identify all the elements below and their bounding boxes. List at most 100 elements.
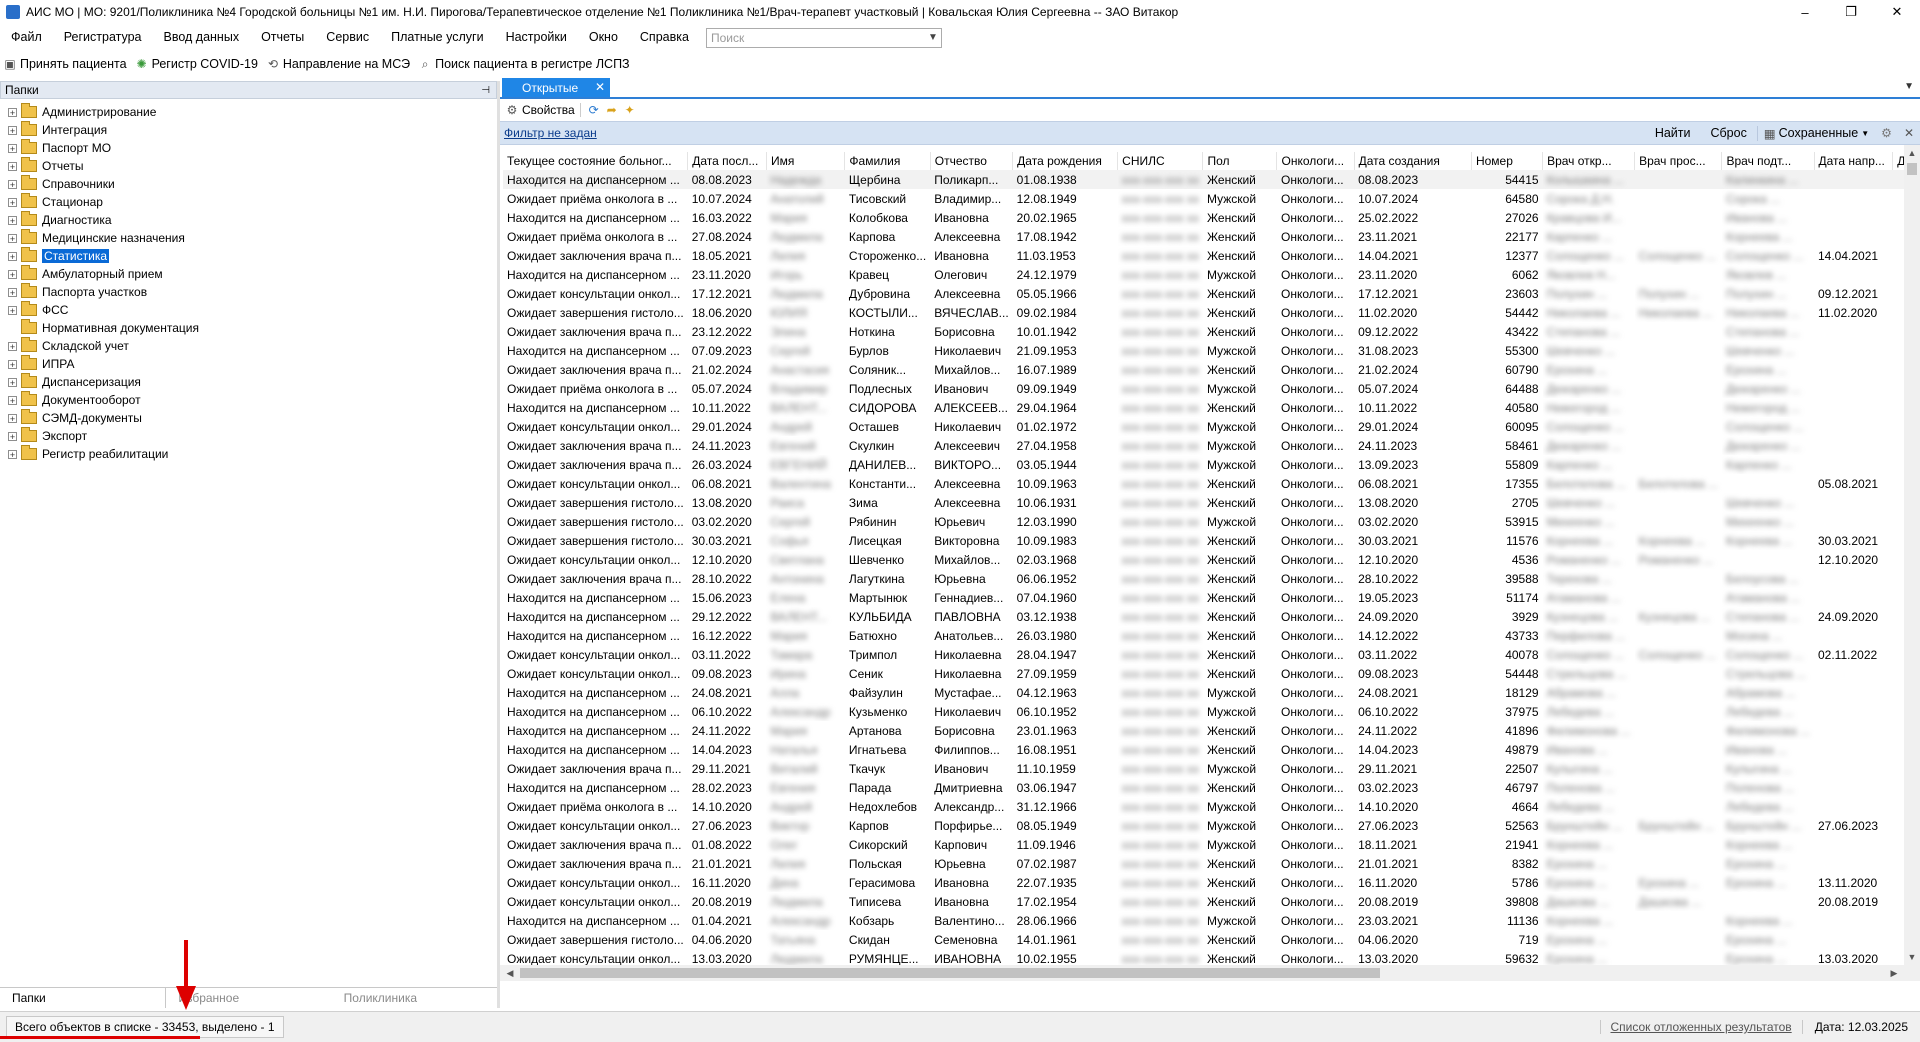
hscroll-thumb[interactable] [520, 968, 1380, 978]
table-row[interactable]: Находится на диспансерном ... 14.04.2023 Н… [503, 740, 1920, 759]
tree-item[interactable]: + СЭМД-документы [0, 409, 497, 427]
table-row[interactable]: Ожидает завершения гистоло... 13.08.2020 Р… [503, 493, 1920, 512]
table-row[interactable]: Ожидает завершения гистоло... 04.06.2020 Т… [503, 930, 1920, 949]
table-row[interactable]: Ожидает заключения врача п... 29.11.2021 В… [503, 759, 1920, 778]
close-filter-icon[interactable]: ✕ [1898, 126, 1920, 140]
table-row[interactable]: Ожидает заключения врача п... 23.12.2022 Э… [503, 322, 1920, 341]
table-row[interactable]: Ожидает консультации онкол... 27.06.2023 В… [503, 816, 1920, 835]
lspz-search-button[interactable]: ⌕ Поиск пациента в регистре ЛСПЗ [415, 57, 635, 72]
column-header[interactable]: Текущее состояние больног... [503, 152, 689, 170]
search-input[interactable]: Поиск [707, 31, 925, 45]
menu-registry[interactable]: Регистратура [53, 24, 153, 51]
deferred-results-link[interactable]: Список отложенных результатов [1599, 1020, 1802, 1034]
scroll-left-icon[interactable]: ◀ [502, 965, 518, 981]
column-header[interactable]: Врач подт... [1721, 152, 1815, 170]
table-row[interactable]: Ожидает консультации онкол... 16.11.2020 Д… [503, 873, 1920, 892]
properties-button[interactable]: Свойства [522, 103, 575, 117]
search-combobox[interactable]: Поиск ▼ [705, 27, 942, 48]
table-row[interactable]: Ожидает заключения врача п... 21.02.2024 А… [503, 360, 1920, 379]
expand-icon[interactable]: + [8, 215, 17, 225]
tree-item[interactable]: + Паспорта участков [0, 283, 497, 301]
saved-filters-dropdown[interactable]: ▦ Сохраненные ▼ [1756, 125, 1875, 141]
menu-paid-services[interactable]: Платные услуги [380, 24, 494, 51]
column-header[interactable]: Онкологи... [1276, 152, 1355, 170]
column-header[interactable]: СНИЛС [1117, 152, 1204, 170]
tree-item[interactable]: + ИПРА [0, 355, 497, 373]
tree-item[interactable]: + Диспансеризация [0, 373, 497, 391]
expand-icon[interactable]: + [8, 431, 17, 441]
table-row[interactable]: Находится на диспансерном ... 06.10.2022 А… [503, 702, 1920, 721]
column-header[interactable]: Фамилия [844, 152, 931, 170]
tree-item[interactable]: + Справочники [0, 175, 497, 193]
settings-icon[interactable]: ⚙ [1875, 126, 1898, 140]
table-row[interactable]: Ожидает консультации онкол... 17.12.2021 Л… [503, 284, 1920, 303]
scroll-down-icon[interactable]: ▼ [1904, 949, 1920, 965]
table-row[interactable]: Находится на диспансерном ... 15.06.2023 Е… [503, 588, 1920, 607]
table-row[interactable]: Ожидает консультации онкол... 12.10.2020 С… [503, 550, 1920, 569]
table-row[interactable]: Находится на диспансерном ... 07.09.2023 С… [503, 341, 1920, 360]
table-row[interactable]: Ожидает завершения гистоло... 03.02.2020 С… [503, 512, 1920, 531]
refresh-icon[interactable]: ⟳ [586, 102, 602, 118]
expand-icon[interactable]: + [8, 449, 17, 459]
expand-icon[interactable]: + [8, 359, 17, 369]
table-row[interactable]: Ожидает заключения врача п... 01.08.2022 О… [503, 835, 1920, 854]
column-header[interactable]: Врач прос... [1634, 152, 1723, 170]
tree-item[interactable]: + Администрирование [0, 103, 497, 121]
tree-item[interactable]: + Отчеты [0, 157, 497, 175]
menu-settings[interactable]: Настройки [495, 24, 578, 51]
table-row[interactable]: Находится на диспансерном ... 01.04.2021 А… [503, 911, 1920, 930]
expand-icon[interactable]: + [8, 377, 17, 387]
expand-icon[interactable]: + [8, 287, 17, 297]
tree-item[interactable]: + Амбулаторный прием [0, 265, 497, 283]
tree-item[interactable]: + Интеграция [0, 121, 497, 139]
table-row[interactable]: Находится на диспансерном ... 16.12.2022 М… [503, 626, 1920, 645]
covid-registry-button[interactable]: ✺ Регистр COVID-19 [132, 57, 263, 71]
table-row[interactable]: Ожидает консультации онкол... 29.01.2024 А… [503, 417, 1920, 436]
menu-file[interactable]: Файл [0, 24, 53, 51]
menu-window[interactable]: Окно [578, 24, 629, 51]
expand-icon[interactable]: + [8, 395, 17, 405]
column-header[interactable]: Имя [766, 152, 846, 170]
column-header[interactable]: Врач откр... [1542, 152, 1636, 170]
table-row[interactable]: Ожидает заключения врача п... 28.10.2022 А… [503, 569, 1920, 588]
reset-button[interactable]: Сброс [1701, 126, 1757, 140]
maximize-button[interactable]: ❐ [1828, 0, 1874, 24]
column-header[interactable]: Дата создания [1354, 152, 1472, 170]
expand-icon[interactable]: + [8, 179, 17, 189]
tree-item[interactable]: + Экспорт [0, 427, 497, 445]
table-row[interactable]: Ожидает консультации онкол... 03.11.2022 Т… [503, 645, 1920, 664]
tree-item[interactable]: + Медицинские назначения [0, 229, 497, 247]
expand-icon[interactable]: + [8, 269, 17, 279]
menu-service[interactable]: Сервис [315, 24, 380, 51]
tree-item[interactable]: + ФСС [0, 301, 497, 319]
menu-help[interactable]: Справка [629, 24, 700, 51]
expand-icon[interactable]: + [8, 251, 17, 261]
scroll-up-icon[interactable]: ▲ [1904, 145, 1920, 161]
column-header[interactable]: Дата рождения [1012, 152, 1119, 170]
tree-item[interactable]: + Документооборот [0, 391, 497, 409]
table-row[interactable]: Находится на диспансерном ... 16.03.2022 М… [503, 208, 1920, 227]
table-row[interactable]: Находится на диспансерном ... 10.11.2022 В… [503, 398, 1920, 417]
tab-folders[interactable]: Папки [0, 988, 167, 1008]
accept-patient-button[interactable]: ▣ Принять пациента [0, 57, 132, 71]
column-header[interactable]: Дата напр... [1814, 152, 1894, 170]
tab-open[interactable]: Открытые ✕ [502, 78, 610, 97]
column-header[interactable]: Дата посл... [687, 152, 767, 170]
tree-item[interactable]: + Складской учет [0, 337, 497, 355]
table-row[interactable]: Ожидает приёма онколога в ... 14.10.2020 А… [503, 797, 1920, 816]
tree-item[interactable]: + Паспорт МО [0, 139, 497, 157]
close-icon[interactable]: ✕ [595, 80, 605, 94]
tree-item[interactable]: Нормативная документация [0, 319, 497, 337]
expand-icon[interactable]: + [8, 125, 17, 135]
find-button[interactable]: Найти [1645, 126, 1701, 140]
column-header[interactable]: Пол [1202, 152, 1278, 170]
expand-icon[interactable]: + [8, 305, 17, 315]
expand-icon[interactable]: + [8, 107, 17, 117]
menu-reports[interactable]: Отчеты [250, 24, 315, 51]
table-row[interactable]: Ожидает консультации онкол... 09.08.2023 И… [503, 664, 1920, 683]
expand-icon[interactable]: + [8, 341, 17, 351]
folder-action-icon[interactable]: ➦ [604, 102, 620, 118]
table-row[interactable]: Находится на диспансерном ... 28.02.2023 Е… [503, 778, 1920, 797]
table-row[interactable]: Ожидает приёма онколога в ... 27.08.2024 Л… [503, 227, 1920, 246]
vertical-scrollbar[interactable]: ▲ ▼ [1904, 145, 1920, 981]
